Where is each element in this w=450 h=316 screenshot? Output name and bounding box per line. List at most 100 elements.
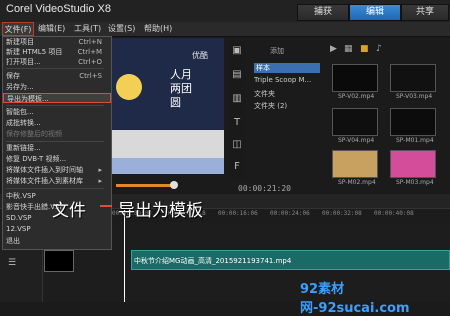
menu-separator [6, 188, 104, 189]
preview-window[interactable]: 优酷 人月两团圆 [112, 38, 224, 174]
timecode: 00:00:21:20 [238, 184, 291, 193]
library-side-icons [228, 40, 246, 180]
menu-settings[interactable]: 设置(S) [108, 22, 135, 36]
thumbnail-label: SP-V02.mp4 [338, 93, 375, 100]
tab-edit[interactable]: 编辑 [349, 4, 401, 21]
menu-item-label: 导出为模板... [7, 95, 49, 103]
menu-item-label: 退出 [6, 237, 20, 245]
submenu-arrow-icon: ▸ [98, 166, 102, 174]
view-folder-icon[interactable]: ■ [360, 44, 369, 54]
menu-item-smart-package[interactable]: 智能包... [6, 107, 106, 117]
menu-item-shortcut: Ctrl+S [79, 72, 102, 80]
playhead[interactable] [124, 210, 125, 302]
menu-item-label: 修复 DVB-T 视频... [6, 155, 67, 163]
annotation-arrow-icon [100, 205, 112, 207]
thumbnail-label: SP-V03.mp4 [396, 93, 433, 100]
menu-item-new-project[interactable]: 新建项目 Ctrl+N [6, 37, 106, 47]
library-thumbnail[interactable] [390, 108, 436, 136]
scrubber[interactable] [112, 176, 224, 194]
menu-item-label: 保存 [6, 72, 20, 80]
library-thumbnail[interactable] [390, 150, 436, 178]
menu-item-shortcut: Ctrl+O [78, 58, 102, 66]
ruler-tick: 00:00:24:06 [270, 210, 310, 217]
menu-item-new-html5[interactable]: 新建 HTML5 项目 Ctrl+M [6, 47, 106, 57]
menu-help[interactable]: 帮助(H) [144, 22, 172, 36]
ruler-tick: 00:00:32:08 [322, 210, 362, 217]
preview-text: 人月两团圆 [170, 68, 192, 109]
thumbnail-label: SP-M03.mp4 [396, 179, 434, 186]
tab-capture[interactable]: 捕获 [297, 4, 349, 21]
preview-watermark: 优酷 [192, 51, 208, 60]
menu-item-label: 重新链接... [6, 144, 41, 152]
menu-item-label: 打开项目... [6, 58, 41, 66]
folder-item[interactable]: Triple Scoop M... [254, 76, 311, 84]
site-watermark: 92素材网-92sucai.com [300, 282, 410, 316]
view-audio-icon[interactable]: ♪ [376, 44, 382, 54]
library-thumbnail[interactable] [332, 64, 378, 92]
menu-tools[interactable]: 工具(T) [74, 22, 101, 36]
menu-item-label: 新建 HTML5 项目 [6, 48, 63, 56]
menu-item-shortcut: Ctrl+M [77, 48, 102, 56]
clip-label: 中秋节介绍MG动画_高清_2015921193741.mp4 [134, 257, 292, 265]
menu-item-save[interactable]: 保存 Ctrl+S [6, 71, 106, 81]
graphic-icon[interactable]: ◫ [232, 140, 242, 150]
menu-item-label: 新建项目 [6, 38, 34, 46]
menu-item-repair-dvbt[interactable]: 修复 DVB-T 视频... [6, 154, 106, 164]
library-thumbnail[interactable] [332, 108, 378, 136]
ruler-tick: 00:00:16:06 [218, 210, 258, 217]
folder-item[interactable]: 文件夹 (2) [254, 101, 287, 111]
menu-item-export-template[interactable]: 导出为模板... [3, 93, 111, 103]
fx-icon[interactable]: F [232, 162, 242, 172]
ripple-icon[interactable]: ☰ [8, 258, 16, 268]
menu-item-label: 将媒体文件插入到时间轴 [6, 166, 83, 174]
library-thumbnail[interactable] [332, 150, 378, 178]
menu-item-insert-timeline[interactable]: 将媒体文件插入到时间轴 ▸ [6, 165, 106, 175]
menu-separator [6, 105, 104, 106]
moon-graphic [116, 74, 142, 100]
menu-item-relink[interactable]: 重新链接... [6, 143, 106, 153]
menu-item-label: 12.VSP [6, 225, 31, 233]
instant-project-icon[interactable]: ▤ [232, 70, 242, 80]
menu-edit[interactable]: 编辑(E) [38, 22, 65, 36]
menu-file[interactable]: 文件(F) [2, 22, 34, 36]
view-video-icon[interactable]: ▶ [330, 44, 337, 54]
scrubber-handle[interactable] [170, 181, 178, 189]
menu-bar: 文件(F) 编辑(E) 工具(T) 设置(S) 帮助(H) [0, 22, 450, 37]
bridge-base-graphic [112, 158, 224, 174]
menu-item-save-trimmed: 保存修整后的视频 [6, 129, 106, 139]
clip-thumbnail[interactable] [44, 250, 74, 272]
bridge-graphic [112, 130, 224, 158]
menu-item-label: 中秋.VSP [6, 192, 36, 200]
thumbnail-label: SP-V04.mp4 [338, 137, 375, 144]
annotation-text-export: 导出为模板 [118, 201, 203, 221]
thumbnail-label: SP-M02.mp4 [338, 179, 376, 186]
menu-item-label: SD.VSP [6, 214, 32, 222]
transition-icon[interactable]: ▥ [232, 94, 242, 104]
library-thumbnail[interactable] [390, 64, 436, 92]
ruler-tick: 00:00:40:08 [374, 210, 414, 217]
menu-item-exit[interactable]: 退出 [6, 236, 106, 246]
add-button[interactable]: 添加 [270, 46, 284, 56]
folder-sample[interactable]: 样本 [254, 63, 320, 73]
menu-item-label: 另存为... [6, 83, 34, 91]
menu-item-label: 将媒体文件插入到素材库 [6, 177, 83, 185]
thumbnail-label: SP-M01.mp4 [396, 137, 434, 144]
annotation-text-file: 文件 [52, 201, 86, 221]
media-icon[interactable]: ▣ [232, 46, 242, 56]
scrubber-progress [116, 184, 171, 187]
menu-item-label: 智能包... [6, 108, 34, 116]
menu-item-shortcut: Ctrl+N [78, 38, 102, 46]
menu-item-batch-convert[interactable]: 成批转换... [6, 118, 106, 128]
menu-item-label: 保存修整后的视频 [6, 130, 62, 138]
menu-item-recent-file[interactable]: 12.VSP [6, 224, 106, 234]
submenu-arrow-icon: ▸ [98, 177, 102, 185]
tab-share[interactable]: 共享 [401, 4, 449, 21]
menu-item-open-project[interactable]: 打开项目... Ctrl+O [6, 57, 106, 67]
menu-item-save-as[interactable]: 另存为... [6, 82, 106, 92]
view-image-icon[interactable]: ▦ [344, 44, 353, 54]
folder-item[interactable]: 文件夹 [254, 89, 275, 99]
menu-item-insert-library[interactable]: 将媒体文件插入到素材库 ▸ [6, 176, 106, 186]
menu-separator [6, 68, 104, 69]
title-icon[interactable]: T [232, 118, 242, 128]
menu-item-label: 成批转换... [6, 119, 41, 127]
